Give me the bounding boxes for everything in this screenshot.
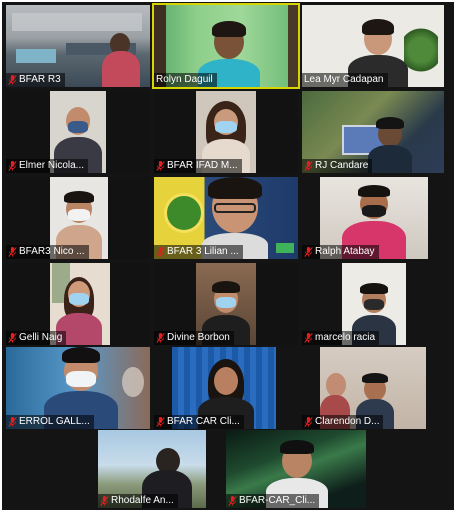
- participant-name: Gelli Naig: [19, 332, 63, 343]
- video-tile[interactable]: Gelli Naig: [6, 263, 150, 345]
- participant-name-label: Clarendon D...: [302, 415, 384, 429]
- participant-name: marcelo racia: [315, 332, 376, 343]
- participant-name: BFAR CAR Cli...: [167, 416, 240, 427]
- participant-name-label: ERROL GALL...: [6, 415, 94, 429]
- microphone-muted-icon: [8, 417, 17, 427]
- participant-name-label: RJ Candare: [302, 159, 373, 173]
- microphone-muted-icon: [304, 333, 313, 343]
- video-tile[interactable]: BFAR 3 Lilian ...: [154, 177, 298, 259]
- participant-name: Rolyn Daguil: [156, 74, 213, 85]
- participant-name: Rhodalfe An...: [111, 495, 174, 506]
- video-tile[interactable]: BFAR R3: [6, 5, 150, 87]
- microphone-muted-icon: [8, 333, 17, 343]
- video-tile[interactable]: RJ Candare: [302, 91, 444, 173]
- participant-name: ERROL GALL...: [19, 416, 90, 427]
- participant-name: BFAR R3: [19, 74, 61, 85]
- video-tile[interactable]: marcelo racia: [302, 263, 444, 345]
- microphone-muted-icon: [304, 161, 313, 171]
- participant-name-label: Rhodalfe An...: [98, 494, 178, 508]
- microphone-muted-icon: [156, 247, 165, 257]
- participant-name: BFAR 3 Lilian ...: [167, 246, 239, 257]
- participant-name-label: Ralph Atabay: [302, 245, 379, 259]
- microphone-muted-icon: [304, 417, 313, 427]
- microphone-muted-icon: [228, 496, 237, 506]
- participant-name: Elmer Nicola...: [19, 160, 85, 171]
- video-tile[interactable]: Divine Borbon: [154, 263, 298, 345]
- participant-name: BFAR-CAR_Cli...: [239, 495, 316, 506]
- microphone-muted-icon: [304, 247, 313, 257]
- participant-name: Ralph Atabay: [315, 246, 375, 257]
- microphone-muted-icon: [8, 161, 17, 171]
- participant-name: Clarendon D...: [315, 416, 380, 427]
- video-tile[interactable]: Clarendon D...: [302, 347, 444, 429]
- participant-name-label: BFAR 3 Lilian ...: [154, 245, 243, 259]
- participant-name-label: Lea Myr Cadapan: [302, 73, 388, 87]
- video-tile[interactable]: Elmer Nicola...: [6, 91, 150, 173]
- participant-name-label: BFAR CAR Cli...: [154, 415, 244, 429]
- participant-name-label: marcelo racia: [302, 331, 380, 345]
- agency-logo: [164, 193, 204, 233]
- gallery-view: BFAR R3 Rolyn Daguil Lea Myr Cadapan Elm…: [2, 2, 454, 510]
- video-tile[interactable]: Lea Myr Cadapan: [302, 5, 444, 87]
- participant-name-label: BFAR IFAD M...: [154, 159, 242, 173]
- microphone-muted-icon: [100, 496, 109, 506]
- participant-name: Divine Borbon: [167, 332, 230, 343]
- video-tile-active-speaker[interactable]: Rolyn Daguil: [152, 3, 300, 89]
- participant-name: BFAR3 Nico ...: [19, 246, 85, 257]
- video-tile[interactable]: BFAR-CAR_Cli...: [226, 430, 366, 508]
- video-tile[interactable]: Ralph Atabay: [302, 177, 444, 259]
- participant-name: Lea Myr Cadapan: [304, 74, 384, 85]
- participant-name-label: BFAR-CAR_Cli...: [226, 494, 320, 508]
- participant-name: BFAR IFAD M...: [167, 160, 238, 171]
- microphone-muted-icon: [156, 417, 165, 427]
- video-tile[interactable]: BFAR IFAD M...: [154, 91, 298, 173]
- video-tile[interactable]: BFAR CAR Cli...: [154, 347, 298, 429]
- participant-name-label: Rolyn Daguil: [154, 73, 217, 87]
- participant-name-label: BFAR R3: [6, 73, 65, 87]
- participant-name-label: Divine Borbon: [154, 331, 234, 345]
- microphone-muted-icon: [8, 247, 17, 257]
- microphone-muted-icon: [8, 75, 17, 85]
- video-tile[interactable]: ERROL GALL...: [6, 347, 150, 429]
- microphone-muted-icon: [156, 333, 165, 343]
- participant-name-label: BFAR3 Nico ...: [6, 245, 89, 259]
- microphone-muted-icon: [156, 161, 165, 171]
- participant-name: RJ Candare: [315, 160, 369, 171]
- participant-name-label: Elmer Nicola...: [6, 159, 89, 173]
- video-tile[interactable]: Rhodalfe An...: [98, 430, 206, 508]
- participant-name-label: Gelli Naig: [6, 331, 67, 345]
- video-tile[interactable]: BFAR3 Nico ...: [6, 177, 150, 259]
